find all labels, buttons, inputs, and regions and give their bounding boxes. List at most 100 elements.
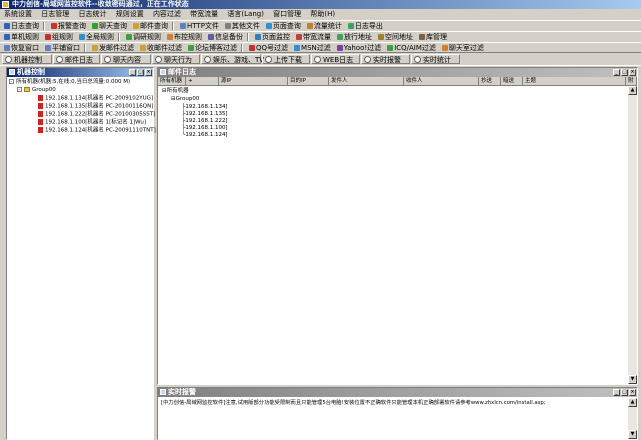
tree-group-label: Group00 [175, 96, 200, 102]
survey-rule-icon [126, 34, 132, 40]
toolbar-button-label: 恢复窗口 [11, 44, 39, 52]
collapse-icon[interactable]: - [9, 79, 14, 84]
menu-bandwidth[interactable]: 带宽流量 [190, 10, 218, 18]
toolbar-separator [247, 33, 249, 41]
tab-label: 聊天内容 [113, 56, 141, 64]
vertical-scrollbar[interactable]: ▲ ▼ [628, 86, 637, 384]
menu-language[interactable]: 语言(Lang) [227, 10, 264, 18]
mail-tree-machine[interactable]: ├192.168.1.135[ [182, 111, 228, 118]
machine-label: 192.168.1.124[ [185, 132, 228, 138]
toolbar-button-label: ICQ/AIM过滤 [394, 44, 436, 52]
toolbar-button-label: 论坛博客过滤 [195, 44, 237, 52]
panel-title: 机器控制 [17, 68, 45, 76]
tab-upload-download[interactable]: 上传下载 [262, 54, 310, 64]
maximize-button[interactable]: □ [137, 69, 144, 76]
scroll-up-icon[interactable]: ▲ [628, 398, 637, 407]
menu-log-management[interactable]: 日志管理 [41, 10, 69, 18]
machine-label: 192.168.1.135[ [185, 111, 228, 117]
tab-realtime-stats[interactable]: 实时统计 [411, 54, 460, 64]
minimize-button[interactable]: _ [613, 69, 620, 76]
tree-machine[interactable]: 192.168.1.222[机器名 PC-20100305SST] [38, 111, 155, 118]
tab-icon [104, 56, 111, 63]
tab-icon [265, 56, 272, 63]
col-all-machines[interactable]: 所有机器 [158, 77, 186, 86]
mail-tree-machine[interactable]: ├192.168.1.222[ [182, 118, 228, 125]
computer-icon [38, 127, 43, 133]
tree-root[interactable]: - 所有机器(机器:5,在线:0,当日总流量:0.000 M) [9, 79, 130, 86]
global-rule-icon [79, 34, 85, 40]
tree-root-label: 所有机器(机器:5,在线:0,当日总流量:0.000 M) [16, 79, 131, 85]
tree-group[interactable]: - Group00 [17, 87, 56, 94]
col-recipient[interactable]: 收件人 [404, 77, 479, 86]
tile-window-icon [45, 45, 51, 51]
tree-machine[interactable]: 192.168.1.135[机器名 PC-20100116QN] [38, 103, 153, 110]
tab-chat-behavior[interactable]: 聊天行为 [152, 54, 200, 64]
menu-rule-settings[interactable]: 规则设置 [116, 10, 144, 18]
toolbar-separator [241, 44, 243, 52]
toolbar-button-label: 报警查询 [58, 22, 86, 30]
app-icon [2, 1, 9, 8]
scroll-down-icon[interactable]: ▼ [628, 375, 637, 384]
col-attachment[interactable]: 附 [626, 77, 637, 86]
col-subject[interactable]: 主题 [523, 77, 626, 86]
menu-window-management[interactable]: 窗口管理 [273, 10, 301, 18]
menu-bar: 系统设置 日志管理 日志统计 规则设置 内容过滤 带宽流量 语言(Lang) 窗… [0, 9, 641, 20]
tab-machine-control[interactable]: 机器控制 [2, 54, 52, 64]
tab-bar: 机器控制 邮件日志 聊天内容 聊天行为 娱乐、游戏、TV 上传下载 WEB日志 … [0, 52, 641, 66]
col-dest-ip[interactable]: 目的IP [288, 77, 329, 86]
machine-label: 192.168.1.124[机器名 PC-20091110TNT] [45, 127, 156, 134]
collapse-icon[interactable]: - [17, 87, 22, 92]
tree-machine[interactable]: 192.168.1.134[机器名 PC-2009102YUG] [38, 95, 153, 102]
minimize-button[interactable]: _ [129, 69, 136, 76]
maximize-button[interactable]: □ [621, 389, 628, 396]
minimize-button[interactable]: _ [613, 389, 620, 396]
tree-group-label: Group00 [32, 87, 56, 93]
toolbar-button-label: HTTP文件 [187, 22, 219, 30]
toolbar-button-label: 日志导出 [354, 22, 383, 30]
toolbar-button-label: 邮件查询 [140, 22, 168, 30]
tab-web-log[interactable]: WEB日志 [311, 54, 360, 64]
menu-content-filter[interactable]: 内容过滤 [153, 10, 181, 18]
col-bcc[interactable]: 暗送 [501, 77, 523, 86]
mail-tree-root[interactable]: ⊟所有机器 [162, 88, 189, 95]
tab-mail-log[interactable]: 邮件日志 [53, 54, 100, 64]
toolbar-button-label: 空间地址 [385, 33, 413, 41]
mail-tree-machine[interactable]: ├192.168.1.134[ [182, 104, 228, 111]
page-query-icon [265, 23, 272, 29]
menu-system-settings[interactable]: 系统设置 [4, 10, 32, 18]
machine-label: 192.168.1.222[机器名 PC-20100305SST] [45, 111, 156, 118]
tab-chat-content[interactable]: 聊天内容 [101, 54, 151, 64]
tree-machine[interactable]: 192.168.1.124[机器名 PC-20091110TNT] [38, 127, 156, 134]
scroll-up-icon[interactable]: ▲ [628, 86, 637, 95]
mail-tree-machine[interactable]: └192.168.1.124[ [182, 132, 228, 139]
machine-label: 192.168.1.134[ [185, 104, 228, 110]
toolbar-query: 日志查询 报警查询 聊天查询 邮件查询 HTTP文件 其他文件 页面查询 流量统计 日志导出 [0, 20, 641, 31]
mail-query-icon [133, 23, 139, 29]
tab-entertainment[interactable]: 娱乐、游戏、TV [201, 54, 264, 64]
col-expand[interactable]: + [186, 77, 219, 86]
log-query-icon [4, 23, 10, 29]
title-bar: 中力创信-局域网监控软件--收敛密码通过，正在工作状态 [0, 0, 641, 9]
maximize-button[interactable]: □ [621, 69, 628, 76]
toolbar-button-label: 发邮件过滤 [99, 44, 134, 52]
close-button[interactable]: × [629, 69, 636, 76]
close-button[interactable]: × [145, 69, 152, 76]
alarm-scrollbar[interactable]: ▲ ▼ [628, 398, 637, 439]
chat-query-icon [92, 23, 98, 29]
scroll-down-icon[interactable]: ▼ [628, 430, 637, 439]
toolbar-button-label: QQ号过滤 [256, 44, 289, 52]
col-sender[interactable]: 发件人 [329, 77, 404, 86]
group-rule-icon [45, 34, 51, 40]
menu-log-stats[interactable]: 日志统计 [78, 10, 106, 18]
col-cc[interactable]: 抄送 [479, 77, 501, 86]
tree-machine[interactable]: 192.168.1.100[机器名 1[标记名 1]Wu] [38, 119, 146, 126]
close-button[interactable]: × [629, 389, 636, 396]
col-source-ip[interactable]: 源IP [219, 77, 288, 86]
mail-tree-machine[interactable]: ├192.168.1.100[ [182, 125, 228, 132]
tab-realtime-alarm[interactable]: 实时报警 [361, 54, 410, 64]
mail-tree-group[interactable]: ⊟Group00 [171, 96, 199, 103]
send-mail-filter-icon [92, 45, 98, 51]
tab-label: WEB日志 [323, 56, 354, 64]
menu-help[interactable]: 帮助(H) [310, 10, 335, 18]
machine-label: 192.168.1.135[机器名 PC-20100116QN] [45, 103, 154, 110]
